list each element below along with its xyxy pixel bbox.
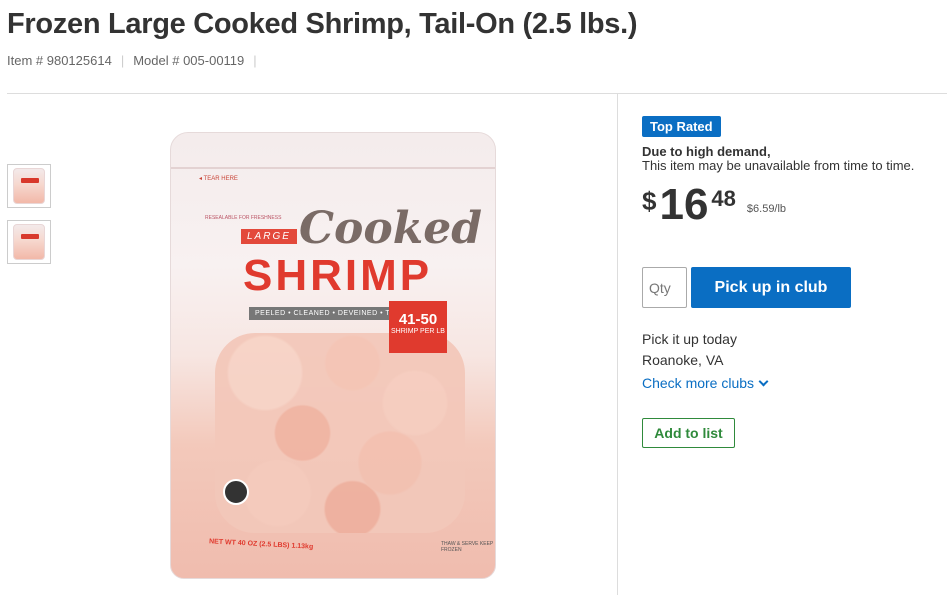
count-number: 41-50 bbox=[398, 311, 438, 328]
club-location: Roanoke, VA bbox=[642, 352, 724, 368]
zip-seal bbox=[171, 167, 495, 169]
pick-up-in-club-button[interactable]: Pick up in club bbox=[691, 267, 851, 308]
price: $ 16 48 $6.59/lb bbox=[642, 182, 786, 228]
meta-separator: | bbox=[253, 53, 257, 68]
unit-price: $6.59/lb bbox=[746, 203, 787, 215]
product-image[interactable]: ◂ TEAR HERE RESEALABLE FOR FRESHNESS Coo… bbox=[170, 132, 496, 579]
large-label: LARGE bbox=[241, 229, 297, 244]
product-title: Frozen Large Cooked Shrimp, Tail-On (2.5… bbox=[7, 8, 638, 40]
shrimp-bag: ◂ TEAR HERE RESEALABLE FOR FRESHNESS Coo… bbox=[170, 132, 496, 579]
count-sub: SHRIMP PER LB bbox=[391, 328, 445, 335]
price-cents: 48 bbox=[711, 186, 736, 211]
thumbnail-image bbox=[13, 168, 45, 204]
header-divider bbox=[7, 93, 947, 94]
check-more-clubs-label: Check more clubs bbox=[642, 375, 755, 391]
price-currency: $ bbox=[642, 186, 657, 216]
top-rated-badge: Top Rated bbox=[642, 116, 721, 137]
cooked-text: Cooked bbox=[299, 203, 482, 254]
quantity-input[interactable] bbox=[642, 267, 687, 308]
availability-title: Due to high demand, bbox=[642, 144, 771, 159]
model-number: Model # 005-00119 bbox=[133, 53, 245, 68]
price-dollars: 16 bbox=[659, 180, 709, 229]
meta-separator: | bbox=[120, 53, 125, 68]
resealable-text: RESEALABLE FOR FRESHNESS bbox=[205, 215, 282, 221]
net-weight-text: NET WT 40 OZ (2.5 LBS) 1.13kg bbox=[208, 538, 314, 551]
brand-seal-icon bbox=[223, 479, 249, 505]
add-to-list-button[interactable]: Add to list bbox=[642, 418, 735, 448]
chevron-down-icon bbox=[758, 376, 769, 387]
shrimp-text: SHRIMP bbox=[243, 251, 433, 300]
check-more-clubs-link[interactable]: Check more clubs bbox=[642, 375, 769, 391]
thumbnail-image bbox=[13, 224, 45, 260]
pick-up-today-label: Pick it up today bbox=[642, 331, 737, 347]
panel-divider bbox=[617, 94, 618, 595]
thaw-text: THAW & SERVE KEEP FROZEN bbox=[441, 541, 494, 553]
thumbnail-1[interactable] bbox=[7, 164, 51, 208]
shrimp-pile bbox=[215, 333, 465, 533]
item-number: Item # 980125614 bbox=[7, 53, 112, 68]
tear-here-text: ◂ TEAR HERE bbox=[199, 176, 238, 182]
product-meta: Item # 980125614 | Model # 005-00119 | bbox=[7, 53, 266, 68]
thumbnail-2[interactable] bbox=[7, 220, 51, 264]
count-label: 41-50 SHRIMP PER LB bbox=[389, 301, 447, 353]
availability-text: This item may be unavailable from time t… bbox=[642, 158, 915, 173]
